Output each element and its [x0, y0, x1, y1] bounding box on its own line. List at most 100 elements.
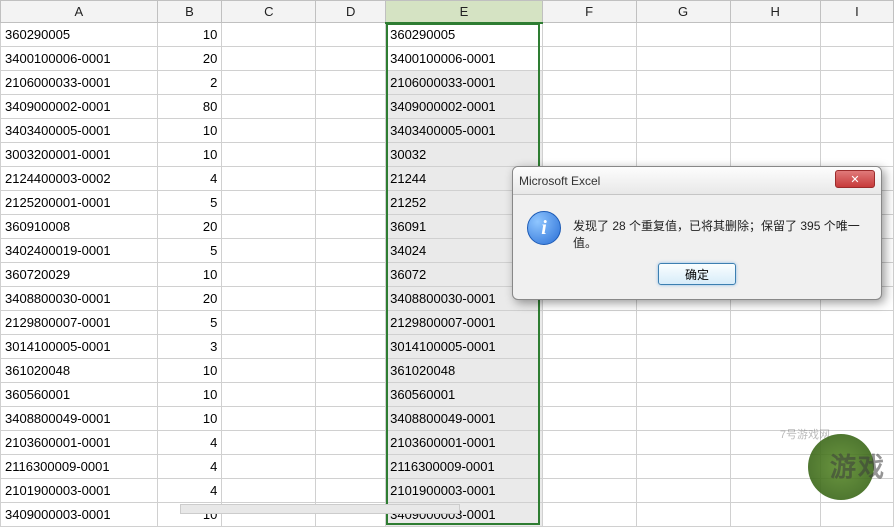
cell-D[interactable]: [316, 119, 386, 143]
cell-G[interactable]: [636, 143, 730, 167]
cell-B[interactable]: 10: [157, 23, 222, 47]
cell-B[interactable]: 10: [157, 119, 222, 143]
cell-C[interactable]: [222, 479, 316, 503]
cell-A[interactable]: 360910008: [1, 215, 158, 239]
cell-A[interactable]: 361020048: [1, 359, 158, 383]
column-header-A[interactable]: A: [1, 1, 158, 23]
cell-A[interactable]: 3403400005-0001: [1, 119, 158, 143]
cell-C[interactable]: [222, 407, 316, 431]
cell-F[interactable]: [542, 407, 636, 431]
cell-D[interactable]: [316, 263, 386, 287]
cell-A[interactable]: 360290005: [1, 23, 158, 47]
cell-A[interactable]: 3409000002-0001: [1, 95, 158, 119]
cell-C[interactable]: [222, 143, 316, 167]
cell-G[interactable]: [636, 119, 730, 143]
cell-H[interactable]: [730, 503, 820, 527]
cell-A[interactable]: 3409000003-0001: [1, 503, 158, 527]
cell-B[interactable]: 2: [157, 71, 222, 95]
cell-A[interactable]: 3003200001-0001: [1, 143, 158, 167]
cell-F[interactable]: [542, 431, 636, 455]
cell-G[interactable]: [636, 71, 730, 95]
cell-I[interactable]: [820, 47, 893, 71]
cell-D[interactable]: [316, 455, 386, 479]
cell-I[interactable]: [820, 119, 893, 143]
cell-E[interactable]: 360290005: [386, 23, 543, 47]
column-header-H[interactable]: H: [730, 1, 820, 23]
column-header-G[interactable]: G: [636, 1, 730, 23]
ok-button[interactable]: 确定: [658, 263, 736, 285]
cell-F[interactable]: [542, 47, 636, 71]
cell-F[interactable]: [542, 359, 636, 383]
cell-A[interactable]: 3402400019-0001: [1, 239, 158, 263]
cell-B[interactable]: 4: [157, 431, 222, 455]
cell-E[interactable]: 3408800049-0001: [386, 407, 543, 431]
cell-D[interactable]: [316, 407, 386, 431]
cell-A[interactable]: 3014100005-0001: [1, 335, 158, 359]
cell-B[interactable]: 20: [157, 287, 222, 311]
cell-H[interactable]: [730, 95, 820, 119]
cell-G[interactable]: [636, 383, 730, 407]
cell-B[interactable]: 10: [157, 407, 222, 431]
cell-B[interactable]: 80: [157, 95, 222, 119]
cell-A[interactable]: 2103600001-0001: [1, 431, 158, 455]
cell-D[interactable]: [316, 431, 386, 455]
cell-I[interactable]: [820, 479, 893, 503]
cell-D[interactable]: [316, 311, 386, 335]
cell-G[interactable]: [636, 95, 730, 119]
cell-G[interactable]: [636, 455, 730, 479]
cell-H[interactable]: [730, 71, 820, 95]
cell-G[interactable]: [636, 503, 730, 527]
cell-A[interactable]: 3408800049-0001: [1, 407, 158, 431]
cell-I[interactable]: [820, 359, 893, 383]
cell-D[interactable]: [316, 143, 386, 167]
cell-C[interactable]: [222, 215, 316, 239]
close-button[interactable]: ✕: [835, 170, 875, 188]
cell-H[interactable]: [730, 311, 820, 335]
cell-B[interactable]: 20: [157, 47, 222, 71]
cell-E[interactable]: 2103600001-0001: [386, 431, 543, 455]
cell-A[interactable]: 2101900003-0001: [1, 479, 158, 503]
cell-G[interactable]: [636, 23, 730, 47]
cell-D[interactable]: [316, 215, 386, 239]
cell-G[interactable]: [636, 359, 730, 383]
cell-I[interactable]: [820, 455, 893, 479]
cell-B[interactable]: 10: [157, 383, 222, 407]
cell-F[interactable]: [542, 311, 636, 335]
cell-F[interactable]: [542, 383, 636, 407]
cell-A[interactable]: 2129800007-0001: [1, 311, 158, 335]
cell-I[interactable]: [820, 143, 893, 167]
cell-B[interactable]: 10: [157, 263, 222, 287]
cell-D[interactable]: [316, 23, 386, 47]
cell-C[interactable]: [222, 287, 316, 311]
cell-I[interactable]: [820, 23, 893, 47]
cell-F[interactable]: [542, 143, 636, 167]
cell-H[interactable]: [730, 23, 820, 47]
cell-F[interactable]: [542, 503, 636, 527]
cell-F[interactable]: [542, 71, 636, 95]
cell-D[interactable]: [316, 239, 386, 263]
cell-F[interactable]: [542, 119, 636, 143]
dialog-titlebar[interactable]: Microsoft Excel ✕: [513, 167, 881, 195]
cell-E[interactable]: 2116300009-0001: [386, 455, 543, 479]
column-header-C[interactable]: C: [222, 1, 316, 23]
cell-D[interactable]: [316, 479, 386, 503]
horizontal-scrollbar[interactable]: [180, 504, 460, 514]
cell-A[interactable]: 2125200001-0001: [1, 191, 158, 215]
cell-C[interactable]: [222, 47, 316, 71]
cell-A[interactable]: 3408800030-0001: [1, 287, 158, 311]
cell-D[interactable]: [316, 287, 386, 311]
cell-H[interactable]: [730, 47, 820, 71]
cell-I[interactable]: [820, 311, 893, 335]
cell-A[interactable]: 360560001: [1, 383, 158, 407]
cell-I[interactable]: [820, 335, 893, 359]
cell-I[interactable]: [820, 431, 893, 455]
cell-C[interactable]: [222, 191, 316, 215]
cell-I[interactable]: [820, 407, 893, 431]
cell-F[interactable]: [542, 479, 636, 503]
cell-G[interactable]: [636, 431, 730, 455]
column-header-I[interactable]: I: [820, 1, 893, 23]
cell-D[interactable]: [316, 191, 386, 215]
cell-B[interactable]: 20: [157, 215, 222, 239]
cell-A[interactable]: 2106000033-0001: [1, 71, 158, 95]
cell-B[interactable]: 4: [157, 455, 222, 479]
